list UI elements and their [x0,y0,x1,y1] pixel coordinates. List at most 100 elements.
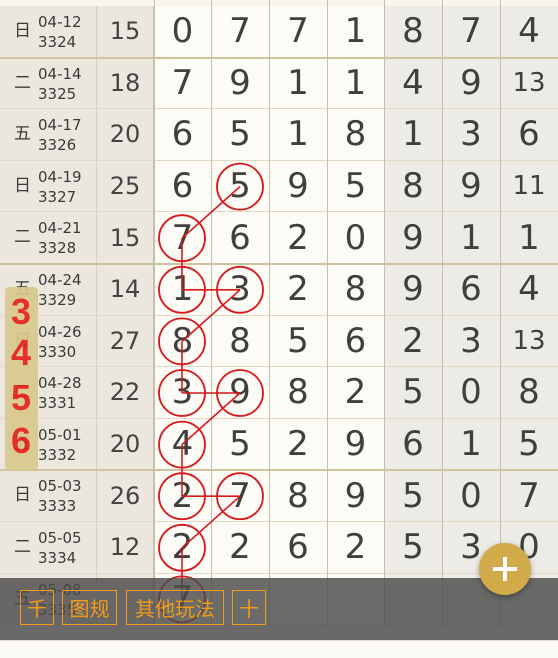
weekday-label: 二 [14,537,31,557]
sum-cell: 15 [97,6,154,57]
add-fab-button[interactable] [479,543,531,595]
digit-cell: 9 [442,57,500,109]
table-row: 日 05-03 3333 26 2 7 8 9 5 0 7 [0,470,558,522]
table-row: 日 04-12 3324 15 0 7 7 1 8 7 4 [0,6,558,58]
sum-cell: 18 [97,57,154,109]
weekday-label: 二 [14,72,31,93]
digit-cell: 5 [500,418,558,470]
date-label: 04-21 [38,219,82,238]
digit-cell: 6 [327,315,384,367]
date-label: 04-26 [38,322,82,341]
issue-number: 3333 [38,497,77,516]
side-digit-4: 6 [11,420,32,461]
digit-cell: 9 [442,160,500,212]
date-cell: 日 04-19 3327 [0,160,97,212]
digit-cell: 1 [442,418,500,470]
digit-cell: 6 [211,212,269,263]
chart-rules-button[interactable]: 图规 [62,590,117,625]
digit-cell: 8 [327,264,384,315]
other-plays-button[interactable]: 其他玩法 [126,590,224,625]
weekday-label: 二 [14,227,31,248]
date-label: 05-01 [38,425,82,444]
plus-icon [493,557,517,581]
issue-number: 3325 [38,84,77,103]
digit-cell: 6 [384,418,442,470]
date-label: 04-14 [38,64,82,83]
tens-button[interactable]: 十 [232,590,266,625]
digit-cell: 13 [500,57,558,109]
table-row: 日04-2633302788562313 [0,315,558,368]
digit-cell: 1 [442,212,500,263]
sum-cell: 27 [97,315,154,367]
issue-number: 3334 [38,549,77,567]
digit-cell: 5 [384,367,442,418]
weekday-label: 日 [14,175,31,196]
issue-number: 3326 [38,136,77,155]
table-row: 二 05-05 3334 12 2 2 6 2 5 3 0 [0,522,558,574]
digit-cell: 7 [154,57,211,109]
date-cell: 日 05-03 3333 [0,470,97,521]
date-label: 05-05 [38,529,82,547]
digit-cell: 9 [327,470,384,521]
weekday-label: 日 [14,485,31,506]
digit-cell: 0 [327,212,384,263]
digit-cell: 5 [211,109,269,160]
date-cell: 二 05-05 3334 [0,522,97,573]
column-divider [327,0,328,625]
digit-cell: 13 [500,315,558,367]
digit-cell: 2 [269,418,327,470]
digit-cell: 8 [269,470,327,521]
date-label: 04-19 [38,167,82,186]
weekday-label: 五 [14,124,31,145]
date-label: 04-12 [38,13,82,31]
digit-cell: 5 [327,160,384,212]
digit-cell: 3 [154,367,211,418]
digit-cell: 5 [384,470,442,521]
side-digit-panel: 3 4 5 6 [5,287,38,470]
issue-number: 3324 [38,33,77,51]
digit-cell: 7 [442,6,500,57]
digit-cell: 2 [269,212,327,263]
digit-cell: 4 [500,264,558,315]
digit-cell: 2 [154,522,211,573]
digit-cell: 5 [269,315,327,367]
digit-cell: 1 [154,264,211,315]
digit-cell: 3 [442,109,500,160]
sum-cell: 22 [97,367,154,418]
side-digit-3: 5 [11,377,32,418]
issue-number: 3329 [38,291,77,309]
table-row: 五05-013332204529615 [0,418,558,471]
digit-cell: 7 [269,6,327,57]
digit-cell: 7 [154,212,211,263]
table-row: 日 04-19 3327 25 6 5 9 5 8 9 11 [0,160,558,213]
digit-cell: 2 [384,315,442,367]
thousands-button[interactable]: 千 [20,590,54,625]
digit-cell: 8 [500,367,558,418]
digit-cell: 6 [154,160,211,212]
date-label: 04-28 [38,374,82,393]
issue-number: 3327 [38,187,77,206]
column-divider [211,0,212,625]
digit-cell: 9 [384,212,442,263]
group-separator [0,263,558,265]
weekday-label: 日 [14,21,31,41]
digit-cell: 7 [500,470,558,521]
digit-cell: 9 [211,367,269,418]
issue-number: 3328 [38,239,77,258]
digit-cell: 6 [500,109,558,160]
digit-cell: 2 [211,522,269,573]
issue-number: 3330 [38,342,77,361]
digit-cell: 1 [269,109,327,160]
sum-cell: 20 [97,418,154,470]
table-row: 二04-283331223982508 [0,367,558,419]
bottom-bar [0,640,558,658]
digit-cell: 4 [500,6,558,57]
digit-cell: 8 [269,367,327,418]
digit-cell: 1 [327,57,384,109]
date-label: 04-17 [38,116,82,135]
digit-cell: 5 [211,160,269,212]
group-separator [0,469,558,472]
digit-cell: 3 [442,315,500,367]
digit-cell: 2 [327,367,384,418]
sum-cell: 25 [97,160,154,212]
